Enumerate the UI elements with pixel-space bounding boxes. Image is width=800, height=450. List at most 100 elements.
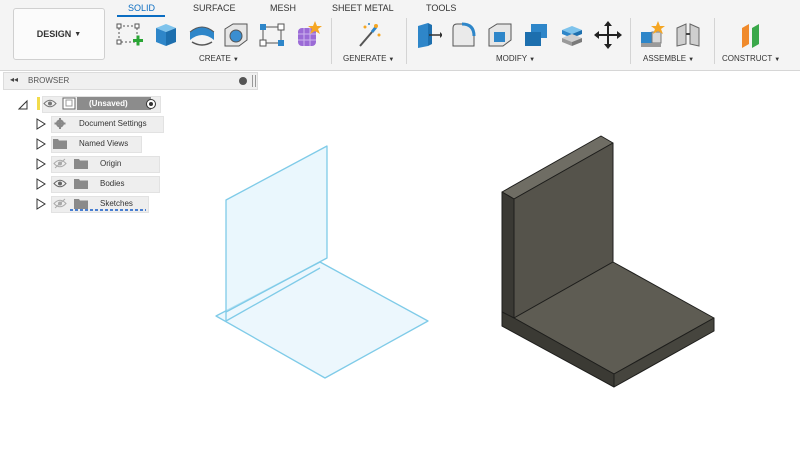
solid-base-left xyxy=(501,311,615,388)
tab-surface[interactable]: SURFACE xyxy=(193,3,236,13)
joint-tool[interactable] xyxy=(674,20,702,50)
assemble-menu-label: ASSEMBLE xyxy=(643,54,687,63)
active-document-marker xyxy=(37,97,40,110)
offset-plane-tool[interactable] xyxy=(738,20,766,50)
expand-triangle-icon[interactable] xyxy=(36,138,46,150)
browser-node-named-views[interactable]: Named Views xyxy=(34,136,174,153)
combine-tool[interactable] xyxy=(522,20,550,50)
modify-menu[interactable]: MODIFY ▼ xyxy=(496,54,535,63)
toolbar-divider xyxy=(331,18,332,64)
expand-triangle-icon[interactable] xyxy=(36,118,46,130)
construct-menu-label: CONSTRUCT xyxy=(722,54,773,63)
solid-wall-top xyxy=(501,135,614,200)
sketch-warning-underline xyxy=(70,209,146,211)
browser-node-document-settings[interactable]: Document Settings xyxy=(34,116,174,133)
close-panel-icon[interactable] xyxy=(239,77,247,85)
caret-down-icon: ▼ xyxy=(232,57,239,63)
workspace-label: DESIGN xyxy=(36,29,72,39)
caret-down-icon: ▼ xyxy=(529,57,536,63)
expand-triangle-icon[interactable] xyxy=(36,198,46,210)
combine-icon xyxy=(525,24,547,46)
shell-tool[interactable] xyxy=(486,20,514,50)
solid-base-right xyxy=(613,317,715,388)
assemble-menu[interactable]: ASSEMBLE ▼ xyxy=(643,54,694,63)
extrude-icon xyxy=(156,24,176,46)
toolbar-divider xyxy=(714,18,715,64)
eye-icon[interactable] xyxy=(43,98,57,109)
collapse-panel-icon[interactable]: ◂◂ xyxy=(10,75,18,84)
offset-face-icon xyxy=(562,26,582,46)
browser-node-sketches[interactable]: Sketches xyxy=(34,196,174,213)
collapse-triangle-icon[interactable] xyxy=(18,98,28,110)
modify-menu-label: MODIFY xyxy=(496,54,528,63)
solid-base-top xyxy=(513,261,715,375)
eye-hidden-icon[interactable] xyxy=(53,198,67,209)
folder-icon xyxy=(74,198,88,209)
node-label: Document Settings xyxy=(79,119,147,128)
browser-title: BROWSER xyxy=(28,76,70,85)
move-icon xyxy=(594,21,622,49)
caret-down-icon: ▼ xyxy=(688,57,695,63)
expand-triangle-icon[interactable] xyxy=(36,178,46,190)
surface-wall xyxy=(225,145,328,313)
offset-plane-icon xyxy=(742,24,759,48)
tab-sheet-metal[interactable]: SHEET METAL xyxy=(332,3,394,13)
node-label: Named Views xyxy=(79,139,129,148)
document-name: (Unsaved) xyxy=(89,99,128,108)
eye-icon[interactable] xyxy=(53,178,67,189)
panel-resize-handle[interactable] xyxy=(252,75,256,87)
browser-root-node[interactable]: (Unsaved) xyxy=(18,96,168,113)
shell-icon xyxy=(488,23,512,47)
move-copy-tool[interactable] xyxy=(594,20,622,50)
fillet-tool[interactable] xyxy=(450,20,478,50)
active-tab-indicator xyxy=(117,15,165,17)
browser-node-bodies[interactable]: Bodies xyxy=(34,176,174,193)
tab-solid[interactable]: SOLID xyxy=(128,3,155,13)
revolve-icon xyxy=(189,26,215,46)
solid-wall-side xyxy=(501,191,515,319)
solid-wall-face xyxy=(513,142,614,319)
press-pull-tool[interactable] xyxy=(414,20,442,50)
joint-icon xyxy=(676,23,700,47)
solid-body xyxy=(501,135,715,388)
surface-floor xyxy=(215,261,429,379)
extrude-tool[interactable] xyxy=(152,20,180,50)
node-label: Sketches xyxy=(100,199,133,208)
create-menu-label: CREATE xyxy=(199,54,231,63)
eye-hidden-icon[interactable] xyxy=(53,158,67,169)
browser-panel-header: ◂◂ BROWSER xyxy=(3,72,258,90)
expand-triangle-icon[interactable] xyxy=(36,158,46,170)
folder-icon xyxy=(74,178,88,189)
create-menu[interactable]: CREATE ▼ xyxy=(199,54,239,63)
tab-mesh[interactable]: MESH xyxy=(270,3,296,13)
workspace-switcher-button[interactable]: DESIGN ▼ xyxy=(13,8,105,60)
hole-tool[interactable] xyxy=(222,20,250,50)
generative-design-tool[interactable] xyxy=(354,20,382,50)
create-sketch-tool[interactable] xyxy=(116,20,144,50)
create-sketch-icon xyxy=(116,23,143,46)
caret-down-icon: ▼ xyxy=(74,30,82,38)
toolbar: DESIGN ▼ SOLID SURFACE MESH SHEET METAL … xyxy=(0,0,800,71)
construct-menu[interactable]: CONSTRUCT ▼ xyxy=(722,54,780,63)
folder-icon xyxy=(53,138,67,149)
generate-menu-label: GENERATE xyxy=(343,54,387,63)
caret-down-icon: ▼ xyxy=(388,57,395,63)
fillet-icon xyxy=(452,22,476,47)
create-form-tool[interactable] xyxy=(294,20,322,50)
gear-icon xyxy=(53,118,67,129)
tab-tools[interactable]: TOOLS xyxy=(426,3,456,13)
new-component-tool[interactable] xyxy=(638,20,666,50)
hole-icon xyxy=(224,23,248,47)
offset-face-tool[interactable] xyxy=(558,20,586,50)
node-label: Bodies xyxy=(100,179,125,188)
activate-radio-icon[interactable] xyxy=(146,99,156,109)
surface-body xyxy=(215,145,429,379)
component-icon xyxy=(62,97,76,110)
browser-node-origin[interactable]: Origin xyxy=(34,156,174,173)
rectangular-pattern-tool[interactable] xyxy=(258,20,286,50)
caret-down-icon: ▼ xyxy=(774,57,781,63)
magic-wand-icon xyxy=(359,23,381,47)
revolve-tool[interactable] xyxy=(188,20,216,50)
generate-menu[interactable]: GENERATE ▼ xyxy=(343,54,394,63)
node-label: Origin xyxy=(100,159,122,168)
